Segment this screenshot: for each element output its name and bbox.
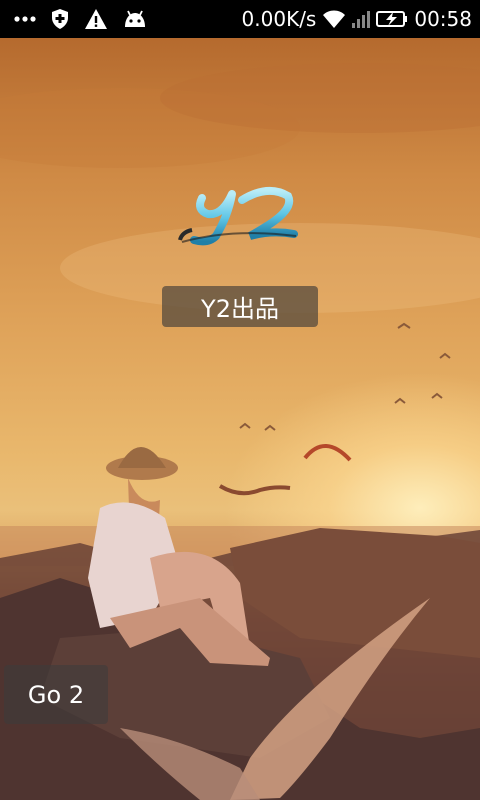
wifi-icon <box>322 9 346 29</box>
android-icon <box>122 9 148 29</box>
more-icon <box>14 15 36 23</box>
signal-icon <box>352 9 371 29</box>
go-button[interactable]: Go 2 <box>4 665 108 724</box>
shield-icon <box>50 8 70 30</box>
status-bar: 0.00K/s 00:58 <box>0 0 480 38</box>
y2-logo <box>172 180 308 250</box>
battery-charging-icon <box>376 9 408 29</box>
clock: 00:58 <box>414 7 472 31</box>
brand-label: Y2出品 <box>162 286 318 327</box>
warning-icon <box>84 8 108 30</box>
network-speed: 0.00K/s <box>241 7 317 31</box>
